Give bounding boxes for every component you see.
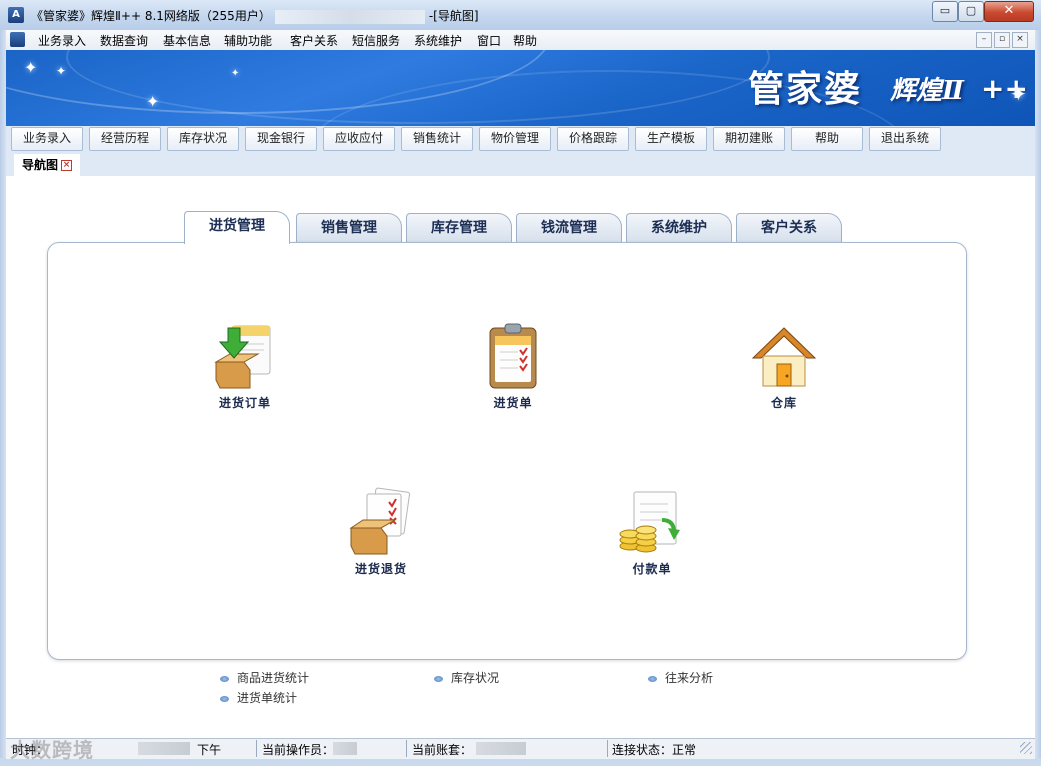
link-purchase-receipt-stats[interactable]: 进货单统计 (220, 689, 297, 706)
link-goods-purchase-stats[interactable]: 商品进货统计 (220, 669, 309, 686)
toolbar-business-history[interactable]: 经营历程 (89, 127, 161, 151)
tab-purchase-management[interactable]: 进货管理 (184, 211, 290, 244)
tab-sales-management[interactable]: 销售管理 (296, 213, 402, 242)
tab-inventory-management[interactable]: 库存管理 (406, 213, 512, 242)
toolbar-production-template[interactable]: 生产模板 (635, 127, 707, 151)
payment-voucher-item[interactable]: 付款单 (592, 486, 712, 577)
warehouse-house-icon (751, 327, 817, 387)
window-title-text: 《管家婆》辉煌Ⅱ++ 8.1网络版（255用户） (31, 9, 271, 23)
window-title-suffix: -[导航图] (428, 9, 479, 23)
star-icon: ✦ (24, 58, 38, 77)
toolbar-business-entry[interactable]: 业务录入 (11, 127, 83, 151)
payment-voucher-label: 付款单 (632, 562, 672, 576)
tab-customer-relations[interactable]: 客户关系 (736, 213, 842, 242)
mdi-close-button[interactable]: × (1012, 32, 1028, 48)
warehouse-label: 仓库 (770, 396, 797, 410)
star-icon: ✦ (56, 64, 67, 78)
menu-customer-relations[interactable]: 客户关系 (288, 32, 340, 49)
link-label: 商品进货统计 (237, 671, 310, 685)
purchase-order-item[interactable]: 进货订单 (185, 322, 305, 411)
brand-logo-sub: 辉煌Ⅱ (890, 76, 964, 106)
toolbar-receivables-payables[interactable]: 应收应付 (323, 127, 395, 151)
mdi-minimize-button[interactable]: – (976, 32, 992, 48)
minimize-button[interactable]: ▭ (932, 1, 958, 22)
resize-grip-icon[interactable] (1020, 742, 1032, 754)
toolbar-price-tracking[interactable]: 价格跟踪 (557, 127, 629, 151)
status-divider (406, 740, 407, 757)
warehouse-item[interactable]: 仓库 (724, 322, 844, 411)
tab-close-icon[interactable]: × (61, 160, 73, 171)
clipboard-checklist-icon (489, 323, 537, 389)
status-clock-value: 下午 (197, 743, 222, 757)
bullet-icon (434, 675, 443, 682)
purchase-receipt-label: 进货单 (493, 396, 533, 410)
tab-cashflow-management[interactable]: 钱流管理 (516, 213, 622, 242)
purchase-return-item[interactable]: 进货退货 (321, 486, 441, 577)
menu-aux-functions[interactable]: 辅助功能 (222, 32, 274, 49)
toolbar-sales-stats[interactable]: 销售统计 (401, 127, 473, 151)
tab-system-maintenance[interactable]: 系统维护 (626, 213, 732, 242)
link-transactions-analysis[interactable]: 往来分析 (648, 669, 713, 686)
bullet-icon (220, 695, 229, 702)
window-title: 《管家婆》辉煌Ⅱ++ 8.1网络版（255用户） -[导航图] (31, 7, 479, 24)
redacted-region (274, 9, 425, 24)
close-button[interactable]: ✕ (984, 1, 1034, 22)
mdi-restore-button[interactable]: ▫ (994, 32, 1010, 48)
link-label: 库存状况 (451, 671, 500, 685)
app-icon[interactable]: A (8, 7, 24, 23)
link-label: 进货单统计 (237, 691, 298, 705)
maximize-button[interactable]: ▢ (958, 1, 984, 22)
star-icon: ✦ (146, 92, 160, 111)
status-divider (607, 740, 608, 757)
toolbar-cash-bank[interactable]: 现金银行 (245, 127, 317, 151)
bullet-icon (220, 675, 229, 682)
brand-logo: 管家婆 (748, 68, 863, 110)
menu-system-maintenance[interactable]: 系统维护 (412, 32, 464, 49)
toolbar-price-management[interactable]: 物价管理 (479, 127, 551, 151)
menu-help[interactable]: 帮助 (511, 32, 539, 49)
window-frame-bottom (0, 758, 1041, 766)
menu-data-query[interactable]: 数据查询 (98, 32, 150, 49)
status-divider (256, 740, 257, 757)
purchase-return-label: 进货退货 (354, 562, 407, 576)
link-inventory-status[interactable]: 库存状况 (434, 669, 499, 686)
brand-banner: ✦ ✦ ✦ ✦ 管家婆 辉煌Ⅱ ++ ✦ (6, 50, 1035, 126)
toolbar-exit-system[interactable]: 退出系统 (869, 127, 941, 151)
purchase-receipt-item[interactable]: 进货单 (453, 322, 573, 411)
star-icon: ✦ (1010, 82, 1027, 106)
menu-basic-info[interactable]: 基本信息 (161, 32, 213, 49)
status-account-set: 当前账套： (412, 743, 473, 757)
document-tab-label: 导航图 (22, 158, 59, 172)
watermark: 大数跨境 (10, 738, 94, 762)
window-frame-right (1035, 30, 1041, 766)
navigation-panel (47, 242, 967, 660)
toolbar-help[interactable]: 帮助 (791, 127, 863, 151)
payment-coins-icon (619, 491, 680, 553)
bullet-icon (648, 675, 657, 682)
document-tab-strip (6, 152, 1035, 176)
redacted-region (138, 742, 190, 755)
menu-business-entry[interactable]: 业务录入 (36, 32, 88, 49)
purchase-order-label: 进货订单 (218, 396, 271, 410)
status-connection: 连接状态：正常 (612, 743, 697, 757)
link-label: 往来分析 (665, 671, 714, 685)
redacted-region (333, 742, 357, 755)
mdi-child-icon[interactable] (10, 32, 25, 47)
star-icon: ✦ (231, 68, 240, 79)
purchase-order-icon (214, 325, 271, 389)
toolbar-opening-accounts[interactable]: 期初建账 (713, 127, 785, 151)
redacted-region (476, 742, 526, 755)
status-operator: 当前操作员： (262, 743, 335, 757)
menu-sms-service[interactable]: 短信服务 (350, 32, 402, 49)
menu-bar: 业务录入 数据查询 基本信息 辅助功能 客户关系 短信服务 系统维护 窗口 帮助… (6, 30, 1035, 51)
document-tab-navigation[interactable]: 导航图 × (14, 154, 81, 176)
menu-window[interactable]: 窗口 (475, 32, 503, 49)
toolbar-inventory-status[interactable]: 库存状况 (167, 127, 239, 151)
purchase-return-icon (349, 487, 410, 555)
